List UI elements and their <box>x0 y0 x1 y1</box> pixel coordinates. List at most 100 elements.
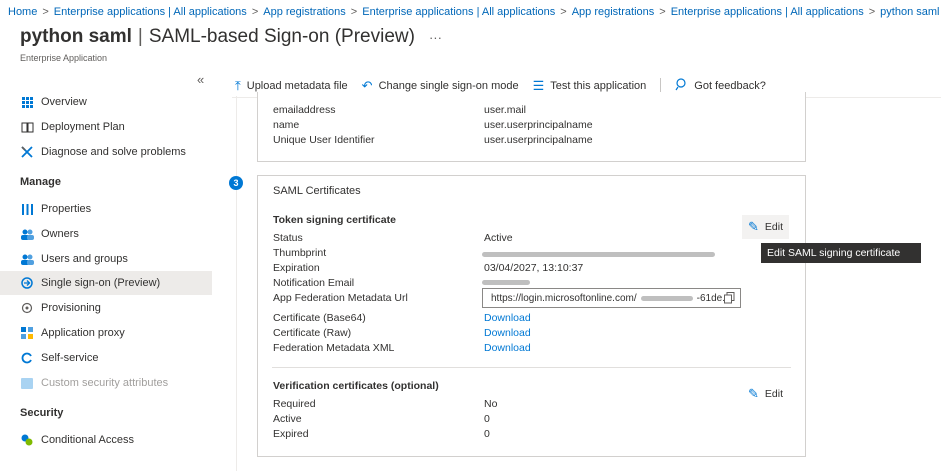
page-title-blade: SAML-based Sign-on (Preview) <box>148 26 415 47</box>
thumbprint-label: Thumbprint <box>273 247 327 259</box>
cert-raw-label: Certificate (Raw) <box>273 327 352 339</box>
breadcrumb-app-registrations[interactable]: App registrations <box>263 6 346 18</box>
edit-tooltip: Edit SAML signing certificate <box>761 243 921 263</box>
cert-base64-label: Certificate (Base64) <box>273 312 366 324</box>
sidebar-item-overview[interactable]: Overview <box>0 90 212 114</box>
edit-verification-button[interactable]: ✎ Edit <box>742 382 789 406</box>
metadata-url-field[interactable]: https://login.microsoftonline.com/ -61de… <box>482 288 741 308</box>
active-value: 0 <box>484 413 490 425</box>
overview-icon <box>20 95 34 109</box>
sidebar-item-single-sign-on[interactable]: Single sign-on (Preview) <box>0 271 212 295</box>
sidebar-item-users-groups[interactable]: Users and groups <box>0 247 212 271</box>
proxy-icon <box>20 326 34 340</box>
required-label: Required <box>273 398 316 410</box>
nav-header-manage: Manage <box>20 176 61 188</box>
page-title: python saml | SAML-based Sign-on (Preview)… <box>20 26 442 48</box>
section-divider <box>272 367 791 368</box>
sidebar-item-diagnose[interactable]: Diagnose and solve problems <box>0 140 212 164</box>
sidebar-item-application-proxy[interactable]: Application proxy <box>0 321 212 345</box>
sidebar-item-label: Users and groups <box>41 253 128 265</box>
claim-label: emailaddress <box>273 104 336 116</box>
users-icon <box>20 252 34 266</box>
self-service-icon <box>20 351 34 365</box>
users-icon <box>20 227 34 241</box>
active-label: Active <box>273 413 302 425</box>
download-cert-base64-link[interactable]: Download <box>484 312 531 324</box>
claim-value: user.mail <box>484 104 527 116</box>
saml-certificates-card: SAML Certificates Token signing certific… <box>257 175 806 457</box>
sidebar-item-label: Diagnose and solve problems <box>41 146 186 158</box>
download-cert-raw-link[interactable]: Download <box>484 327 531 339</box>
verification-heading: Verification certificates (optional) <box>273 380 439 392</box>
collapse-sidebar-icon[interactable]: « <box>197 72 204 87</box>
redacted-email <box>482 280 530 285</box>
pencil-icon: ✎ <box>748 386 759 401</box>
properties-icon <box>20 202 34 216</box>
book-icon <box>20 120 34 134</box>
breadcrumb-app-registrations[interactable]: App registrations <box>572 6 655 18</box>
page-subtitle: Enterprise Application <box>20 53 108 63</box>
sidebar-item-label: Deployment Plan <box>41 121 125 133</box>
sidebar-item-label: Conditional Access <box>41 434 134 446</box>
expired-label: Expired <box>273 428 309 440</box>
attributes-icon <box>20 376 34 390</box>
redacted-tenant-id <box>640 295 693 301</box>
breadcrumb-enterprise-apps[interactable]: Enterprise applications | All applicatio… <box>54 6 247 18</box>
tools-icon <box>20 145 34 159</box>
feedback-label: Got feedback? <box>694 80 766 92</box>
sso-icon <box>20 276 34 290</box>
status-label: Status <box>273 232 303 244</box>
sidebar-item-conditional-access[interactable]: Conditional Access <box>0 428 212 452</box>
edit-label: Edit <box>764 221 783 233</box>
claim-value: user.userprincipalname <box>484 134 593 146</box>
sidebar-item-custom-security-attributes[interactable]: Custom security attributes <box>0 371 212 395</box>
title-pipe: | <box>137 26 143 47</box>
provisioning-icon <box>20 301 34 315</box>
claim-label: Unique User Identifier <box>273 134 375 146</box>
sidebar-item-owners[interactable]: Owners <box>0 222 212 246</box>
copy-icon[interactable] <box>724 292 735 304</box>
step-number-badge: 3 <box>229 176 243 190</box>
metadata-url-label: App Federation Metadata Url <box>273 292 408 304</box>
claim-value: user.userprincipalname <box>484 119 593 131</box>
sidebar-item-deployment-plan[interactable]: Deployment Plan <box>0 115 212 139</box>
download-federation-xml-link[interactable]: Download <box>484 342 531 354</box>
sidebar: « Overview Deployment Plan Diagnose and … <box>0 70 212 471</box>
attributes-claims-card: emailaddress user.mail name user.userpri… <box>257 92 806 162</box>
status-value: Active <box>484 232 513 244</box>
upload-metadata-label: Upload metadata file <box>246 80 348 92</box>
breadcrumb-separator: > <box>350 6 358 18</box>
sidebar-item-self-service[interactable]: Self-service <box>0 346 212 370</box>
test-application-label: Test this application <box>550 80 647 92</box>
pencil-icon: ✎ <box>748 219 759 234</box>
more-options-button[interactable]: ··· <box>429 30 442 45</box>
redacted-thumbprint <box>482 252 715 257</box>
sidebar-item-label: Owners <box>41 228 79 240</box>
metadata-url-text: https://login.microsoftonline.com/ <box>491 292 637 304</box>
breadcrumb-python-saml[interactable]: python saml <box>880 6 939 18</box>
expired-value: 0 <box>484 428 490 440</box>
sidebar-item-label: Custom security attributes <box>41 377 169 389</box>
breadcrumb-separator: > <box>251 6 259 18</box>
breadcrumb-separator: > <box>868 6 876 18</box>
sidebar-item-provisioning[interactable]: Provisioning <box>0 296 212 320</box>
expiration-label: Expiration <box>273 262 320 274</box>
breadcrumb-home[interactable]: Home <box>8 6 37 18</box>
change-sso-mode-label: Change single sign-on mode <box>378 80 519 92</box>
breadcrumb-enterprise-apps[interactable]: Enterprise applications | All applicatio… <box>362 6 555 18</box>
breadcrumb-enterprise-apps[interactable]: Enterprise applications | All applicatio… <box>671 6 864 18</box>
sidebar-item-properties[interactable]: Properties <box>0 197 212 221</box>
nav-header-security: Security <box>20 407 64 419</box>
required-value: No <box>484 398 498 410</box>
sidebar-item-label: Properties <box>41 203 92 215</box>
upload-icon: ⤒ <box>235 78 241 93</box>
sidebar-item-label: Single sign-on (Preview) <box>41 277 161 289</box>
sidebar-item-label: Application proxy <box>41 327 125 339</box>
page-title-app: python saml <box>20 26 132 47</box>
edit-label: Edit <box>764 388 783 400</box>
breadcrumb-separator: > <box>560 6 567 18</box>
edit-token-signing-button[interactable]: ✎ Edit <box>742 215 789 239</box>
breadcrumb-separator: > <box>42 6 49 18</box>
sidebar-divider <box>236 96 237 471</box>
federation-xml-label: Federation Metadata XML <box>273 342 395 354</box>
